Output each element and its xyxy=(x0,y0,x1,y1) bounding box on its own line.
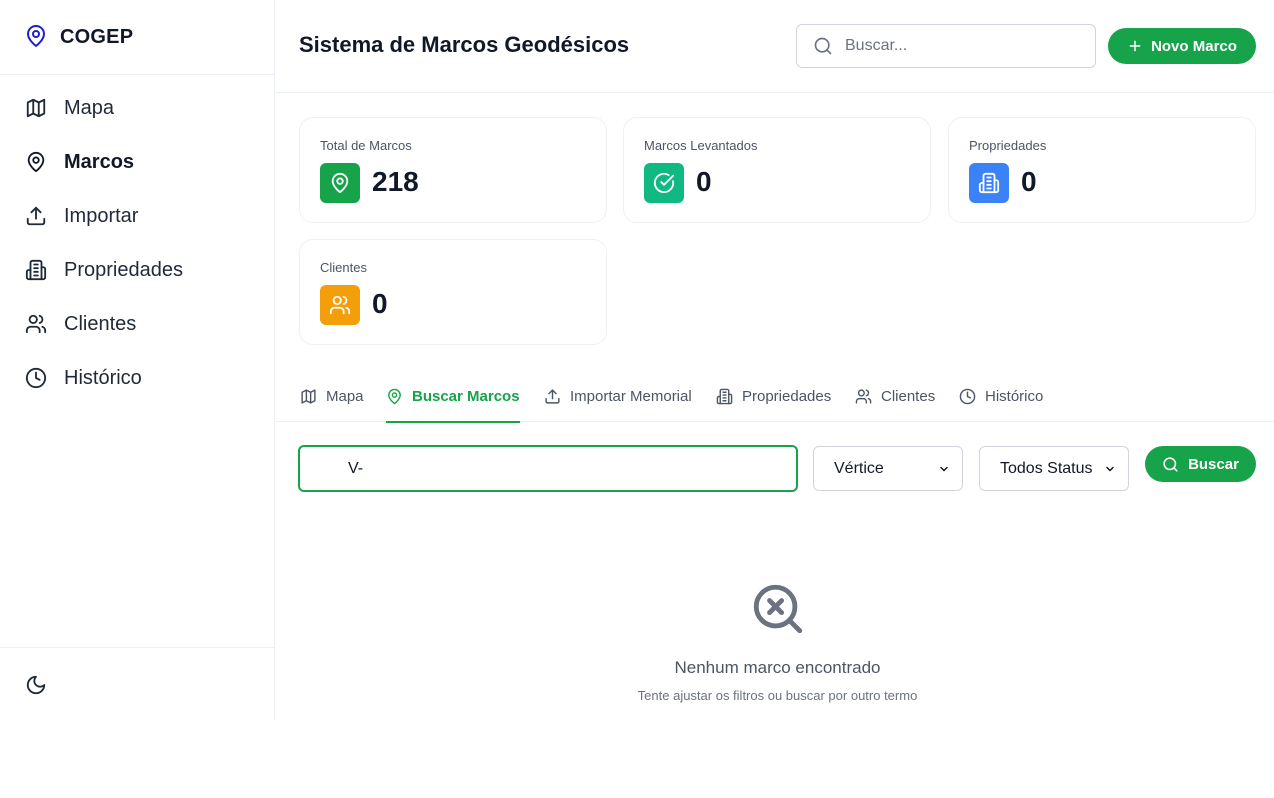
map-icon xyxy=(300,387,318,405)
empty-state-title: Nenhum marco encontrado xyxy=(674,658,881,677)
building-icon xyxy=(716,387,734,405)
empty-state-subtitle: Tente ajustar os filtros ou buscar por o… xyxy=(637,688,918,703)
stat-label: Propriedades xyxy=(969,138,1047,153)
sidebar-item-label: Clientes xyxy=(64,312,137,335)
check-circle-icon xyxy=(644,163,684,203)
tab-label: Buscar Marcos xyxy=(412,387,520,405)
search-button-label: Buscar xyxy=(1188,455,1239,473)
tab-bar: Mapa Buscar Marcos Importar Memorial Pro… xyxy=(275,370,1274,423)
sidebar-item-label: Marcos xyxy=(64,150,135,173)
search-icon xyxy=(813,36,833,56)
stat-value: 0 xyxy=(372,288,388,319)
tab-importar-memorial[interactable]: Importar Memorial xyxy=(544,370,692,422)
main-content: Sistema de Marcos Geodésicos Novo Marco … xyxy=(275,0,1274,720)
type-select-value: Vértice xyxy=(834,459,884,477)
sidebar-item-mapa[interactable]: Mapa xyxy=(0,81,274,135)
tab-clientes[interactable]: Clientes xyxy=(855,370,935,422)
empty-state: Nenhum marco encontrado Tente ajustar os… xyxy=(275,580,1274,703)
search-button[interactable]: Buscar xyxy=(1145,446,1256,482)
stat-card-clientes: Clientes 0 xyxy=(299,239,607,345)
map-pin-icon xyxy=(24,150,48,174)
tab-label: Importar Memorial xyxy=(570,387,692,405)
map-icon xyxy=(24,96,48,120)
new-marco-label: Novo Marco xyxy=(1151,37,1237,55)
tab-label: Propriedades xyxy=(742,387,832,405)
new-marco-button[interactable]: Novo Marco xyxy=(1108,28,1256,64)
search-box[interactable] xyxy=(796,24,1096,68)
sidebar-nav: Mapa Marcos Importar Propriedades Client… xyxy=(0,75,274,405)
tab-historico[interactable]: Histórico xyxy=(959,370,1043,422)
stat-value: 218 xyxy=(372,166,419,197)
stat-value: 0 xyxy=(1021,166,1037,197)
chevron-down-icon xyxy=(938,463,950,475)
sidebar-item-label: Histórico xyxy=(64,366,142,389)
building-icon xyxy=(24,258,48,282)
clock-icon xyxy=(959,387,977,405)
tab-label: Histórico xyxy=(985,387,1044,405)
tab-buscar-marcos[interactable]: Buscar Marcos xyxy=(386,370,520,423)
sidebar: COGEP Mapa Marcos Importar Propriedades xyxy=(0,0,275,720)
page-title: Sistema de Marcos Geodésicos xyxy=(299,32,630,57)
stat-value: 0 xyxy=(696,166,712,197)
map-pin-icon xyxy=(24,24,48,48)
upload-icon xyxy=(544,387,562,405)
moon-icon[interactable] xyxy=(24,673,48,697)
sidebar-item-label: Mapa xyxy=(64,96,115,119)
sidebar-item-propriedades[interactable]: Propriedades xyxy=(0,243,274,297)
search-input[interactable] xyxy=(845,37,1065,55)
sidebar-item-historico[interactable]: Histórico xyxy=(0,351,274,405)
plus-icon xyxy=(1127,38,1143,54)
tab-propriedades[interactable]: Propriedades xyxy=(716,370,831,422)
search-x-icon xyxy=(749,580,807,638)
type-select[interactable]: Vértice xyxy=(813,446,963,491)
clock-icon xyxy=(24,366,48,390)
brand-name: COGEP xyxy=(60,25,134,48)
stat-card-total-marcos: Total de Marcos 218 xyxy=(299,117,607,223)
users-icon xyxy=(320,285,360,325)
users-icon xyxy=(24,312,48,336)
status-select-value: Todos Status xyxy=(1000,459,1093,477)
sidebar-footer xyxy=(0,647,274,720)
map-pin-icon xyxy=(320,163,360,203)
status-select[interactable]: Todos Status xyxy=(979,446,1129,491)
header: Sistema de Marcos Geodésicos Novo Marco xyxy=(275,0,1274,93)
chevron-down-icon xyxy=(1104,463,1116,475)
map-pin-icon xyxy=(386,387,404,405)
sidebar-item-clientes[interactable]: Clientes xyxy=(0,297,274,351)
brand: COGEP xyxy=(0,0,274,75)
upload-icon xyxy=(24,204,48,228)
search-icon xyxy=(1162,455,1180,473)
tab-mapa[interactable]: Mapa xyxy=(300,370,364,422)
tab-label: Clientes xyxy=(881,387,936,405)
stat-label: Clientes xyxy=(320,260,367,275)
sidebar-item-marcos[interactable]: Marcos xyxy=(0,135,274,189)
sidebar-item-importar[interactable]: Importar xyxy=(0,189,274,243)
sidebar-item-label: Importar xyxy=(64,204,139,227)
stat-card-marcos-levantados: Marcos Levantados 0 xyxy=(623,117,931,223)
building-icon xyxy=(969,163,1009,203)
users-icon xyxy=(855,387,873,405)
stat-card-propriedades: Propriedades 0 xyxy=(948,117,1256,223)
tab-label: Mapa xyxy=(326,387,364,405)
stat-label: Marcos Levantados xyxy=(644,138,758,153)
marco-search-input[interactable] xyxy=(298,445,798,492)
sidebar-item-label: Propriedades xyxy=(64,258,183,281)
stat-label: Total de Marcos xyxy=(320,138,412,153)
